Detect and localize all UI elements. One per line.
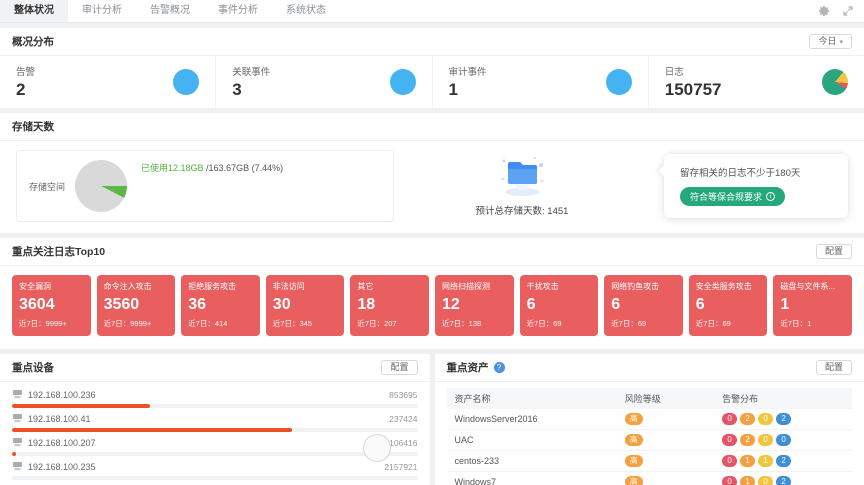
- storage-used-value: 已使用12.18GB: [141, 163, 204, 173]
- device-row[interactable]: 192.168.100.235 2157921: [12, 461, 418, 480]
- assets-title: 重点资产: [447, 360, 489, 375]
- storage-section: 存储天数 存储空间 已使用12.18GB /163.67GB (7.44%): [0, 113, 864, 233]
- risk-badge: 高: [625, 434, 643, 446]
- stat-label: 审计事件: [449, 64, 606, 78]
- period-dropdown[interactable]: 今日▾: [809, 34, 852, 49]
- stat-audit-events[interactable]: 审计事件 1: [433, 56, 649, 108]
- stat-logs[interactable]: 日志 150757: [649, 56, 864, 108]
- stat-value: 150757: [665, 80, 822, 100]
- device-icon: [12, 389, 23, 401]
- asset-row[interactable]: Windows7 高 0102: [447, 471, 853, 485]
- device-risk-bar: [12, 476, 418, 480]
- risk-badge: 高: [625, 476, 643, 485]
- device-icon: [12, 461, 23, 473]
- storage-usage-text: 已使用12.18GB /163.67GB (7.44%): [141, 161, 283, 174]
- tabbar-spacer: [340, 0, 818, 22]
- devices-title: 重点设备: [12, 360, 54, 375]
- top-tab-bar: 整体状况 审计分析 告警概况 事件分析 系统状态: [0, 0, 864, 23]
- stat-label: 日志: [665, 64, 822, 78]
- compliance-text: 留存相关的日志不少于180天: [680, 165, 832, 179]
- overview-stats: 告警 2 关联事件 3 审计事件 1 日志 150757: [0, 56, 864, 108]
- col-risk-level: 风险等级: [617, 388, 714, 409]
- help-icon[interactable]: ?: [494, 362, 505, 373]
- info-icon: i: [766, 192, 775, 201]
- tab-overall-status[interactable]: 整体状况: [0, 0, 68, 22]
- assets-section: 重点资产 ? 配置 资产名称 风险等级 告警分布 WindowsServer20…: [435, 354, 864, 485]
- device-risk-bar: [12, 404, 418, 408]
- gear-icon[interactable]: [818, 5, 830, 17]
- alert-distribution: 0200: [722, 434, 844, 446]
- storage-total-value: /163.67GB (7.44%): [204, 163, 284, 173]
- storage-pie-chart: [75, 160, 127, 212]
- stat-value: 2: [16, 80, 173, 100]
- top10-card-cmd-injection[interactable]: 命令注入攻击 3560 近7日：9999+: [97, 275, 176, 336]
- device-row[interactable]: 192.168.100.236 853695: [12, 389, 418, 408]
- chevron-down-icon: ▾: [839, 39, 843, 46]
- top10-card-phishing[interactable]: 网络钓鱼攻击 6 近7日：69: [604, 275, 683, 336]
- top10-card-dos[interactable]: 拒绝服务攻击 36 近7日：414: [181, 275, 260, 336]
- device-list: 192.168.100.236 853695 192.168.100.41 23…: [0, 382, 430, 485]
- stat-label: 告警: [16, 64, 173, 78]
- assets-config-button[interactable]: 配置: [816, 360, 852, 375]
- device-row[interactable]: 192.168.100.41 237424: [12, 413, 418, 432]
- device-icon: [12, 413, 23, 425]
- asset-row[interactable]: centos-233 高 0112: [447, 450, 853, 471]
- alert-distribution: 0112: [722, 455, 844, 467]
- asset-row[interactable]: WindowsServer2016 高 0202: [447, 409, 853, 430]
- top10-grid: 安全漏洞 3604 近7日：9999+ 命令注入攻击 3560 近7日：9999…: [0, 266, 864, 349]
- tab-system-status[interactable]: 系统状态: [272, 0, 340, 22]
- top10-card-security-vuln[interactable]: 安全漏洞 3604 近7日：9999+: [12, 275, 91, 336]
- compliance-badge[interactable]: 符合等保合规要求 i: [680, 187, 785, 206]
- stat-correlated-events[interactable]: 关联事件 3: [216, 56, 432, 108]
- top10-section: 重点关注日志Top10 配置 安全漏洞 3604 近7日：9999+ 命令注入攻…: [0, 238, 864, 349]
- overview-section: 概况分布 今日▾ 告警 2 关联事件 3 审计事件 1: [0, 28, 864, 108]
- storage-space-card: 存储空间 已使用12.18GB /163.67GB (7.44%): [16, 150, 394, 222]
- top10-config-button[interactable]: 配置: [816, 244, 852, 259]
- overview-title: 概况分布: [12, 34, 54, 49]
- top10-title: 重点关注日志Top10: [12, 244, 105, 259]
- tab-event-analysis[interactable]: 事件分析: [204, 0, 272, 22]
- risk-badge: 高: [625, 413, 643, 425]
- alerts-circle-icon: [173, 69, 199, 95]
- stat-value: 1: [449, 80, 606, 100]
- stat-label: 关联事件: [232, 64, 389, 78]
- top10-card-disk-filesystem[interactable]: 磁盘与文件系... 1 近7日：1: [773, 275, 852, 336]
- device-risk-bar: [12, 452, 418, 456]
- devices-config-button[interactable]: 配置: [381, 360, 417, 375]
- storage-space-label: 存储空间: [29, 180, 65, 193]
- alert-distribution: 0202: [722, 413, 844, 425]
- tab-alert-overview[interactable]: 告警概况: [136, 0, 204, 22]
- compliance-bubble: 留存相关的日志不少于180天 符合等保合规要求 i: [664, 154, 848, 218]
- audit-circle-icon: [606, 69, 632, 95]
- fullscreen-icon[interactable]: [842, 5, 854, 17]
- device-risk-bar: [12, 428, 418, 432]
- device-row[interactable]: 192.168.100.207 2106416: [12, 437, 418, 456]
- alert-distribution: 0102: [722, 476, 844, 485]
- storage-title: 存储天数: [12, 119, 54, 134]
- top10-card-illegal-access[interactable]: 非法访问 30 近7日：345: [266, 275, 345, 336]
- log-pie-icon: [822, 69, 848, 95]
- top10-card-security-service[interactable]: 安全类服务攻击 6 近7日：69: [689, 275, 768, 336]
- risk-badge: 高: [625, 455, 643, 467]
- col-alert-distribution: 告警分布: [714, 388, 852, 409]
- assets-table: 资产名称 风险等级 告警分布 WindowsServer2016 高 0202 …: [447, 388, 853, 485]
- stat-value: 3: [232, 80, 389, 100]
- top10-card-interference[interactable]: 干扰攻击 6 近7日：69: [520, 275, 599, 336]
- top10-card-scan-probe[interactable]: 网络扫描探测 12 近7日：138: [435, 275, 514, 336]
- floating-action-button[interactable]: [363, 434, 391, 462]
- folder-icon: [495, 184, 549, 201]
- tab-audit-analysis[interactable]: 审计分析: [68, 0, 136, 22]
- estimated-storage-days: 预计总存储天数: 1451: [422, 203, 622, 217]
- stat-alerts[interactable]: 告警 2: [0, 56, 216, 108]
- devices-section: 重点设备 配置 192.168.100.236 853695 192.168.1…: [0, 354, 430, 485]
- col-asset-name: 资产名称: [447, 388, 617, 409]
- events-circle-icon: [390, 69, 416, 95]
- top10-card-other[interactable]: 其它 18 近7日：207: [350, 275, 429, 336]
